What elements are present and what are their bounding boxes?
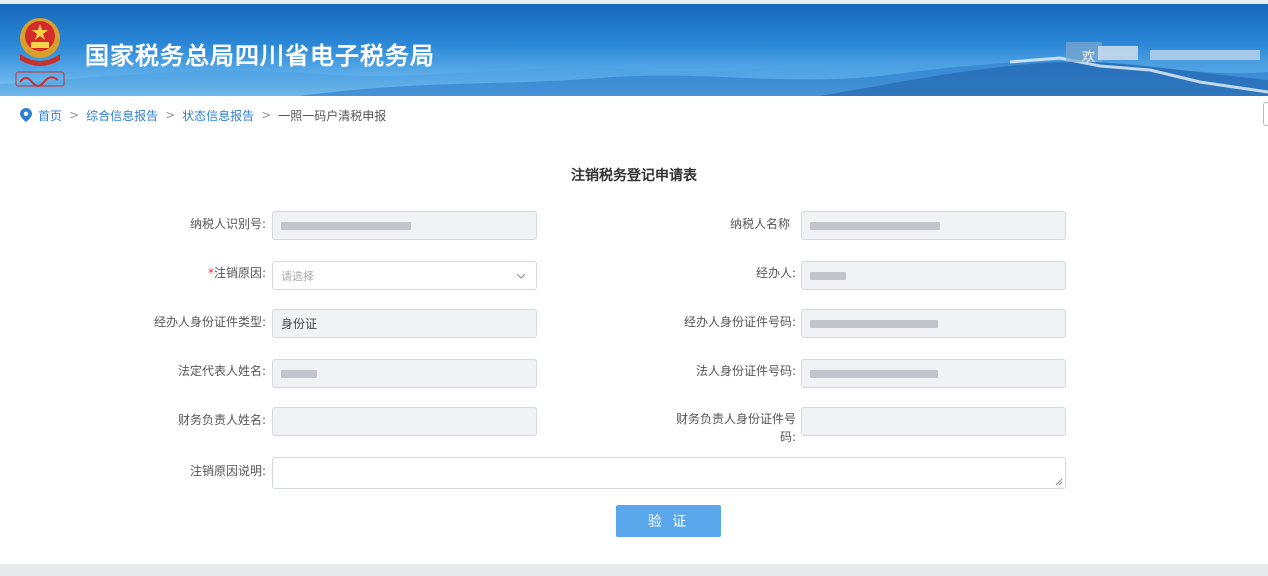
agent-field [801,261,1066,290]
masked-value [810,369,938,378]
masked-value [810,271,846,280]
legal-rep-name-field [272,359,537,388]
cancel-reason-desc-label: 注销原因说明: [189,464,266,478]
edge-toggle-button[interactable] [1263,102,1268,126]
resize-handle-icon[interactable] [1055,478,1063,486]
legal-id-number-field [801,359,1066,388]
cancel-reason-select[interactable]: 请选择 [272,261,537,290]
masked-value [281,369,317,378]
masked-value [281,221,411,230]
breadcrumb-status-report[interactable]: 状态信息报告 [182,107,254,124]
agent-label: 经办人: [755,266,796,280]
chevron-down-icon [516,273,526,279]
welcome-text: 欢 [1082,50,1096,65]
header-top-band [0,0,1268,4]
breadcrumb-home[interactable]: 首页 [38,107,62,124]
user-name-mask [1098,46,1138,60]
breadcrumb-comprehensive-report[interactable]: 综合信息报告 [86,107,158,124]
cancel-reason-label: *注销原因: [100,265,266,281]
cancel-reason-desc-textarea[interactable] [272,457,1066,489]
breadcrumb: 首页 > 综合信息报告 > 状态信息报告 > 一照一码户清税申报 [20,106,386,124]
masked-value [810,221,940,230]
verify-button[interactable]: 验 证 [616,505,721,537]
finance-head-id-field [801,407,1066,436]
legal-rep-name-label: 法定代表人姓名: [177,364,266,378]
legal-id-number-label: 法人身份证件号码: [695,364,796,378]
breadcrumb-separator: > [69,108,80,122]
agent-id-type-field: 身份证 [272,309,537,338]
user-info-mask [1150,50,1260,60]
site-header: 国家税务总局四川省电子税务局 欢 [0,0,1268,96]
breadcrumb-separator: > [165,108,176,122]
taxpayer-id-label: 纳税人识别号: [189,217,266,231]
finance-head-id-label: 财务负责人身份证件号码: [675,412,796,444]
national-emblem-icon [20,18,60,66]
taxpayer-id-field [272,211,537,240]
agent-id-type-value: 身份证 [281,317,318,331]
select-placeholder: 请选择 [281,269,314,283]
site-title: 国家税务总局四川省电子税务局 [85,42,435,70]
taxpayer-name-label: 纳税人名称 [729,217,790,231]
finance-head-name-label: 财务负责人姓名: [177,413,266,427]
agent-id-number-field [801,309,1066,338]
cancel-reason-label-text: 注销原因: [213,266,266,280]
taxpayer-name-field [801,211,1066,240]
agent-id-type-label: 经办人身份证件类型: [153,315,266,329]
breadcrumb-current: 一照一码户清税申报 [278,108,387,123]
masked-value [810,319,938,328]
breadcrumb-separator: > [261,108,272,122]
footer-band [0,564,1268,576]
location-pin-icon [20,108,32,122]
tax-seal-icon [15,71,65,87]
agent-id-number-label: 经办人身份证件号码: [683,315,796,329]
finance-head-name-field [272,407,537,436]
form-title: 注销税务登记申请表 [571,168,697,184]
